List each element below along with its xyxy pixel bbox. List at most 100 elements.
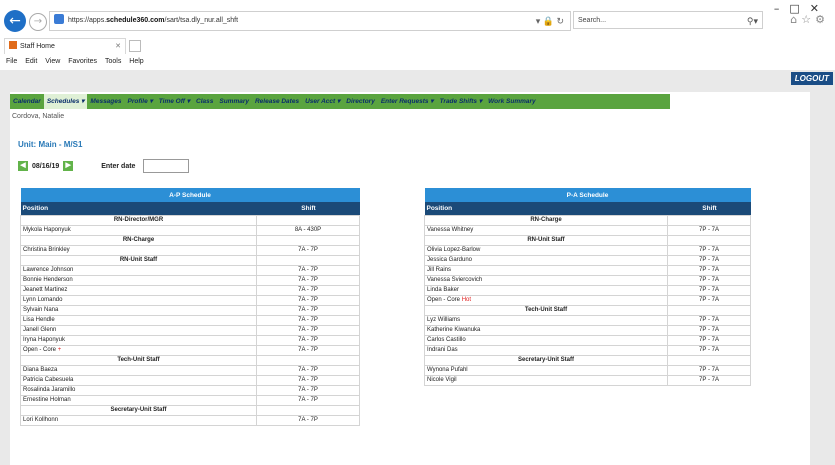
- date-input[interactable]: [143, 159, 190, 173]
- menu-help[interactable]: Help: [129, 58, 143, 65]
- prev-day-icon[interactable]: ◀: [18, 161, 28, 171]
- pa-table-row[interactable]: Linda Baker 7P - 7A: [424, 285, 751, 296]
- ap-table-row[interactable]: Diana Baeza 7A - 7P: [20, 365, 360, 376]
- group-label: Tech-Unit Staff: [20, 355, 257, 366]
- ap-table-row[interactable]: Lawrence Johnson 7A - 7P: [20, 265, 360, 276]
- staff-name-cell: Nicole Vigil: [424, 375, 668, 386]
- menu-edit[interactable]: Edit: [25, 58, 37, 65]
- shift-cell: 7A - 7P: [256, 295, 360, 306]
- nav-item[interactable]: Directory: [343, 98, 378, 105]
- pa-table-row[interactable]: Open - Core Hot 7P - 7A: [424, 295, 751, 306]
- nav-item[interactable]: Work Summary: [485, 98, 539, 105]
- pa-table-row[interactable]: Vanessa Sviercovich 7P - 7A: [424, 275, 751, 286]
- staff-name: Patricia Cabesuela: [23, 377, 74, 383]
- browser-tab[interactable]: Staff Home ✕: [4, 38, 126, 54]
- shift-cell: 7P - 7A: [667, 375, 751, 386]
- staff-name: Carlos Castillo: [427, 337, 466, 343]
- ap-table-row[interactable]: Jeanett Martinez 7A - 7P: [20, 285, 360, 296]
- lock-refresh-icon[interactable]: ▾ 🔒 ↻: [536, 12, 564, 30]
- back-arrow-icon[interactable]: ←: [4, 10, 26, 32]
- staff-name: Jessica Garduno: [427, 257, 473, 263]
- pa-table-row[interactable]: Indrani Das 7P - 7A: [424, 345, 751, 356]
- ap-table-row[interactable]: Sylvain Nana 7A - 7P: [20, 305, 360, 316]
- ap-table-row[interactable]: Lori Kollhonn 7A - 7P: [20, 415, 360, 426]
- staff-name-cell: Katherine Kiwanuka: [424, 325, 668, 336]
- pa-table-row[interactable]: Jessica Garduno 7P - 7A: [424, 255, 751, 266]
- next-day-icon[interactable]: ▶: [63, 161, 74, 171]
- pa-table-row[interactable]: Carlos Castillo 7P - 7A: [424, 335, 751, 346]
- group-label: RN-Unit Staff: [424, 235, 668, 246]
- staff-name: Nicole Vigil: [427, 377, 457, 383]
- group-label: Tech-Unit Staff: [424, 305, 668, 316]
- ap-table-row[interactable]: Mykola Haponyuk 8A - 430P: [20, 225, 360, 236]
- staff-name: Wynona Pufahl: [427, 367, 468, 373]
- search-icon[interactable]: ⚲▾: [747, 12, 758, 30]
- nav-item[interactable]: Trade Shifts ▾: [437, 98, 486, 105]
- pa-group-row: RN-Charge: [424, 215, 751, 226]
- pa-table-row[interactable]: Vanessa Whitney 7P - 7A: [424, 225, 751, 236]
- open-shift-tag: Hot: [461, 297, 472, 303]
- shift-cell: 7P - 7A: [667, 345, 751, 356]
- nav-item[interactable]: Release Dates: [252, 98, 302, 105]
- ap-table-row[interactable]: Lynn Lomando 7A - 7P: [20, 295, 360, 306]
- nav-item[interactable]: Time Off ▾: [156, 98, 193, 105]
- forward-arrow-icon[interactable]: →: [29, 13, 47, 31]
- staff-name: Open - Core: [427, 297, 461, 303]
- ap-group-row: RN-Unit Staff: [20, 255, 360, 266]
- shift-cell: 7P - 7A: [667, 245, 751, 256]
- ap-table-row[interactable]: Ernestine Holman 7A - 7P: [20, 395, 360, 406]
- pa-table-row[interactable]: Lyz Williams 7P - 7A: [424, 315, 751, 326]
- nav-item[interactable]: User Acct ▾: [302, 98, 343, 105]
- pa-table-row[interactable]: Jill Rains 7P - 7A: [424, 265, 751, 276]
- nav-item[interactable]: Summary: [216, 98, 252, 105]
- search-input[interactable]: Search... ⚲▾: [573, 11, 763, 29]
- nav-item[interactable]: Schedules ▾: [43, 94, 88, 109]
- menu-favorites[interactable]: Favorites: [68, 58, 97, 65]
- pa-shift-header: Shift: [667, 202, 751, 216]
- pa-schedule-table: P-A Schedule Position Shift RN-Charge Van…: [424, 188, 751, 386]
- staff-name-cell: Olivia Lopez-Barlow: [424, 245, 668, 256]
- pa-table-row[interactable]: Wynona Pufahl 7P - 7A: [424, 365, 751, 376]
- ap-table-row[interactable]: Bonnie Henderson 7A - 7P: [20, 275, 360, 286]
- ap-table-row[interactable]: Janell Glenn 7A - 7P: [20, 325, 360, 336]
- nav-item[interactable]: Messages: [87, 98, 124, 105]
- pa-schedule-caption: P-A Schedule: [424, 188, 751, 202]
- ap-schedule-caption: A-P Schedule: [20, 188, 360, 202]
- page-icon: [54, 14, 64, 24]
- empty-cell: [256, 255, 360, 266]
- staff-name-cell: Jeanett Martinez: [20, 285, 257, 296]
- close-icon[interactable]: ✕: [115, 39, 121, 54]
- ap-table-row[interactable]: Patricia Cabesuela 7A - 7P: [20, 375, 360, 386]
- nav-item[interactable]: Enter Requests ▾: [378, 98, 437, 105]
- menu-tools[interactable]: Tools: [105, 58, 121, 65]
- staff-name-cell: Vanessa Whitney: [424, 225, 668, 236]
- ap-table-row[interactable]: Lisa Hendle 7A - 7P: [20, 315, 360, 326]
- ap-table-row[interactable]: Open - Core +7A - 7P: [20, 345, 360, 356]
- staff-name-cell: Open - Core +: [20, 345, 257, 356]
- staff-name-cell: Rosalinda Jaramillo: [20, 385, 257, 396]
- staff-name: Janell Glenn: [23, 327, 57, 333]
- staff-name: Iryna Haponyuk: [23, 337, 66, 343]
- new-tab-button[interactable]: [129, 40, 141, 52]
- url-field[interactable]: https://apps.schedule360.com/sart/tsa.dl…: [49, 11, 571, 31]
- shift-cell: 7A - 7P: [256, 265, 360, 276]
- staff-name: Lawrence Johnson: [23, 267, 74, 273]
- ap-table-row[interactable]: Iryna Haponyuk 7A - 7P: [20, 335, 360, 346]
- ap-table-row[interactable]: Rosalinda Jaramillo 7A - 7P: [20, 385, 360, 396]
- logout-button[interactable]: LOGOUT: [790, 72, 833, 85]
- staff-name-cell: Lawrence Johnson: [20, 265, 257, 276]
- staff-name: Jeanett Martinez: [23, 287, 68, 293]
- nav-item[interactable]: Profile ▾: [125, 98, 156, 105]
- nav-item[interactable]: Class: [193, 98, 216, 105]
- shift-cell: 7A - 7P: [256, 365, 360, 376]
- shift-cell: 7A - 7P: [256, 305, 360, 316]
- menu-file[interactable]: File: [6, 58, 17, 65]
- pa-table-row[interactable]: Nicole Vigil 7P - 7A: [424, 375, 751, 386]
- ap-table-row[interactable]: Christina Brinkley 7A - 7P: [20, 245, 360, 256]
- home-star-gear-icon[interactable]: ⌂☆⚙: [790, 13, 829, 26]
- empty-cell: [667, 305, 751, 316]
- pa-table-row[interactable]: Olivia Lopez-Barlow 7P - 7A: [424, 245, 751, 256]
- pa-table-row[interactable]: Katherine Kiwanuka 7P - 7A: [424, 325, 751, 336]
- nav-item[interactable]: Calendar: [10, 98, 44, 105]
- menu-view[interactable]: View: [45, 58, 60, 65]
